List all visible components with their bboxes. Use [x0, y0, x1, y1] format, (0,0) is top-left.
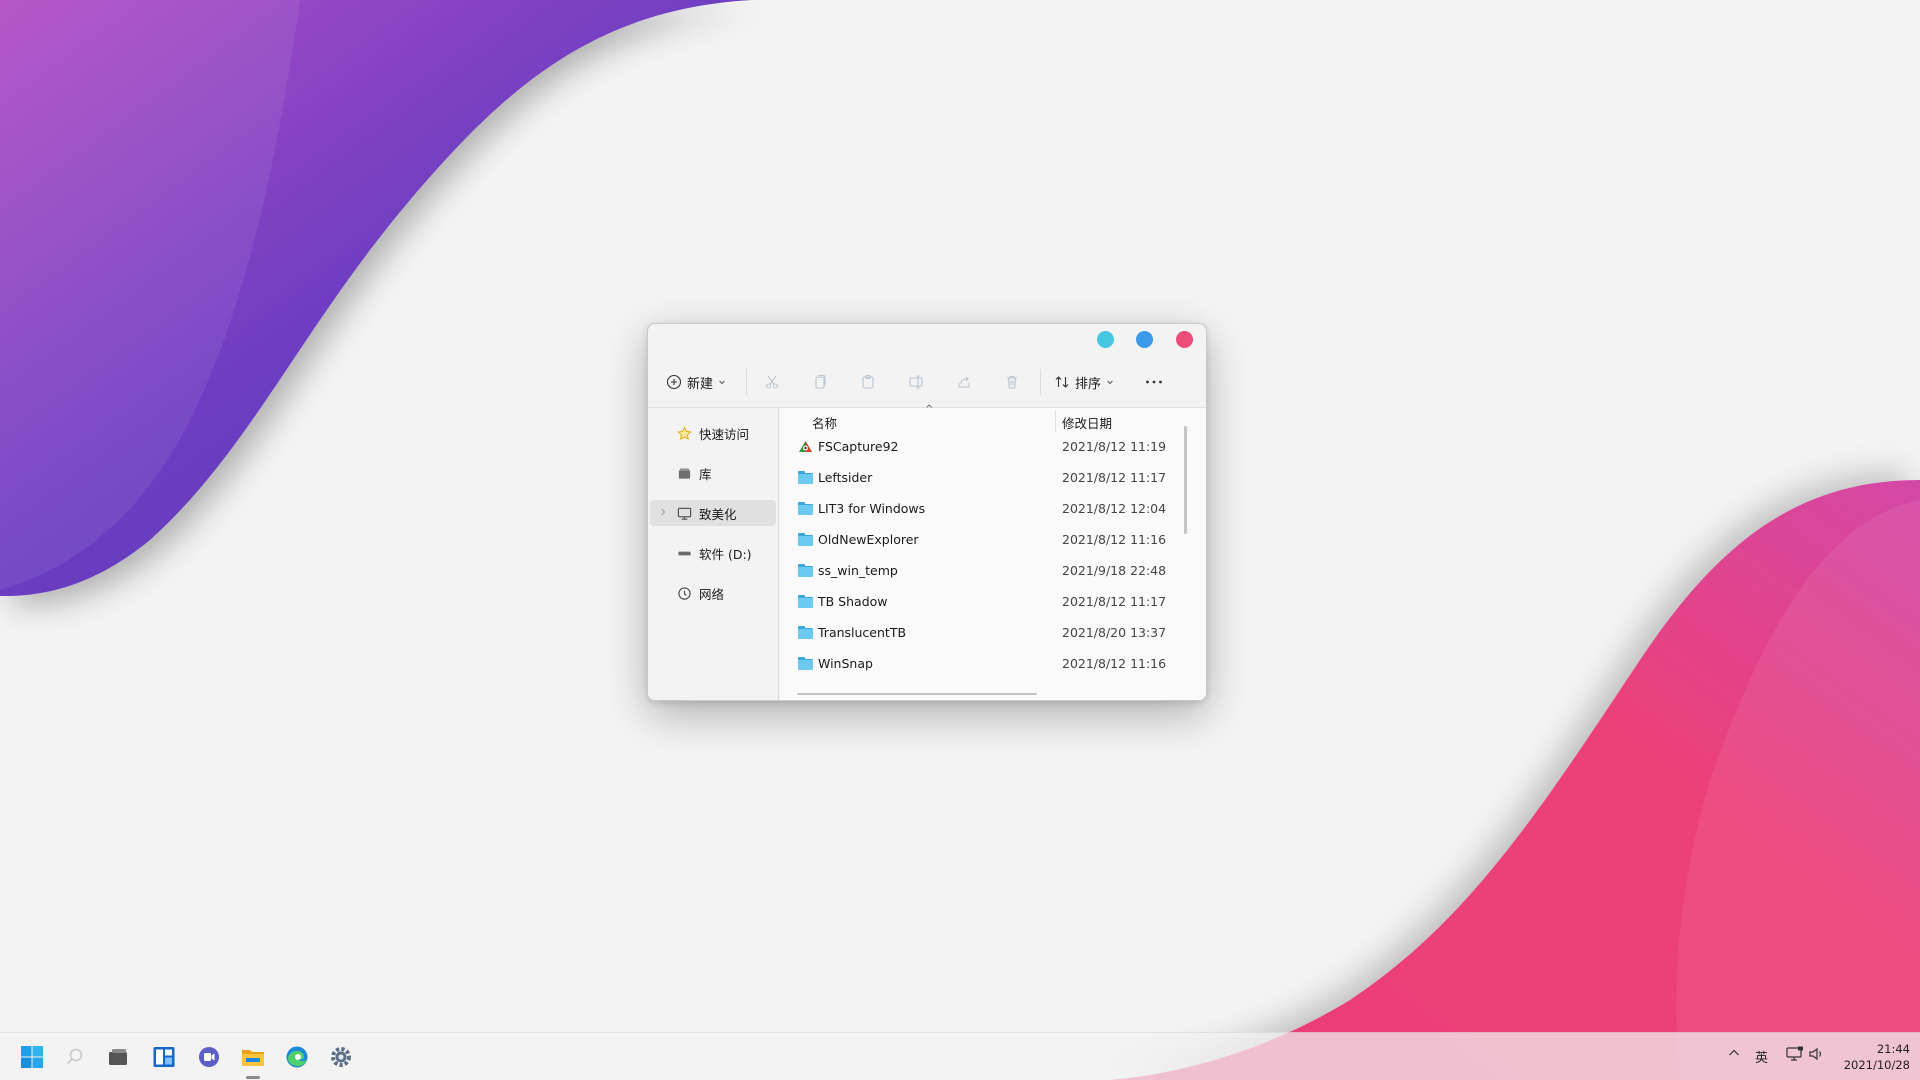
folder-icon: [798, 471, 813, 484]
close-button[interactable]: [1176, 331, 1193, 348]
chevron-up-icon[interactable]: [1727, 1046, 1741, 1064]
maximize-button[interactable]: [1136, 331, 1153, 348]
file-name: FSCapture92: [818, 439, 899, 454]
title-bar[interactable]: [648, 324, 1206, 356]
vertical-scrollbar[interactable]: [1184, 426, 1187, 534]
file-name: TB Shadow: [818, 594, 888, 609]
start-icon[interactable]: [18, 1043, 46, 1071]
file-row[interactable]: TranslucentTB 2021/8/20 13:37: [792, 619, 1187, 647]
sort-icon: [1055, 376, 1069, 388]
file-explorer-icon[interactable]: [239, 1043, 267, 1071]
horizontal-scrollbar[interactable]: [797, 693, 1037, 695]
file-name: LIT3 for Windows: [818, 501, 926, 516]
rename-icon[interactable]: [904, 370, 928, 394]
network-icon: [678, 586, 691, 600]
file-name: ss_win_temp: [818, 563, 898, 578]
paste-icon[interactable]: [856, 370, 880, 394]
drive-icon: [678, 551, 691, 555]
share-icon[interactable]: [952, 370, 976, 394]
column-header-date[interactable]: 修改日期: [1062, 413, 1112, 432]
file-name: OldNewExplorer: [818, 532, 919, 547]
toolbar-separator: [746, 369, 747, 395]
clock-date: 2021/10/28: [1843, 1058, 1910, 1072]
copy-icon[interactable]: [808, 370, 832, 394]
file-date: 2021/8/20 13:37: [1062, 625, 1167, 640]
file-list: ^ 名称 修改日期 FSCapture92 2021/8/12 11:19 Le…: [780, 404, 1206, 700]
toolbar-separator: [1040, 369, 1041, 395]
ime-indicator[interactable]: 英: [1755, 1047, 1768, 1066]
library-icon: [678, 467, 691, 479]
search-icon[interactable]: [61, 1043, 89, 1071]
chevron-down-icon: [1107, 380, 1113, 385]
folder-icon: [798, 595, 813, 608]
app-icon: [798, 440, 813, 452]
file-date: 2021/8/12 11:17: [1062, 594, 1167, 609]
clock-time: 21:44: [1876, 1042, 1910, 1056]
file-date: 2021/8/12 12:04: [1062, 501, 1167, 516]
nav-item-network[interactable]: 网络: [650, 580, 776, 606]
nav-item-this-pc[interactable]: 致美化: [650, 500, 776, 526]
chat-icon[interactable]: [195, 1043, 223, 1071]
sort-button[interactable]: 排序: [1054, 370, 1114, 394]
file-date: 2021/8/12 11:17: [1062, 470, 1167, 485]
more-options-icon[interactable]: [1142, 370, 1166, 394]
file-date: 2021/9/18 22:48: [1062, 563, 1167, 578]
network-status-icon[interactable]: [1786, 1046, 1804, 1066]
settings-gear-icon[interactable]: [327, 1043, 355, 1071]
nav-item-label: 快速访问: [699, 426, 750, 442]
delete-icon[interactable]: [1000, 370, 1024, 394]
plus-circle-icon: [666, 374, 682, 390]
star-icon: [677, 425, 692, 440]
nav-item-label: 库: [699, 466, 712, 482]
folder-icon: [798, 626, 813, 639]
file-date: 2021/8/12 11:16: [1062, 656, 1167, 671]
file-name: TranslucentTB: [818, 625, 907, 640]
file-name: WinSnap: [818, 656, 873, 671]
active-app-indicator: [246, 1076, 260, 1079]
file-explorer-window: 新建 排序 快速访问 库 致美化 软件 (D:) 网络 ^ 名称 修改日期 FS…: [647, 323, 1207, 701]
widgets-icon[interactable]: [150, 1043, 178, 1071]
file-row[interactable]: OldNewExplorer 2021/8/12 11:16: [792, 526, 1187, 554]
chevron-down-icon: [719, 380, 725, 385]
sort-button-label: 排序: [1075, 376, 1102, 392]
new-button[interactable]: 新建: [666, 370, 726, 394]
file-date: 2021/8/12 11:19: [1062, 439, 1167, 454]
chevron-right-icon[interactable]: [659, 507, 667, 517]
nav-item-quick-access[interactable]: 快速访问: [650, 420, 776, 446]
nav-item-label: 致美化: [699, 506, 737, 522]
folder-icon: [798, 657, 813, 670]
file-row[interactable]: ss_win_temp 2021/9/18 22:48: [792, 557, 1187, 585]
column-divider[interactable]: [1055, 410, 1056, 432]
folder-icon: [798, 564, 813, 577]
folder-icon: [798, 533, 813, 546]
minimize-button[interactable]: [1097, 331, 1114, 348]
nav-item-label: 软件 (D:): [699, 546, 752, 562]
task-view-icon[interactable]: [104, 1043, 132, 1071]
edge-icon[interactable]: [283, 1043, 311, 1071]
nav-item-library[interactable]: 库: [650, 460, 776, 486]
nav-item-label: 网络: [699, 586, 725, 602]
command-bar: 新建 排序: [648, 356, 1206, 408]
column-header: ^ 名称 修改日期: [780, 404, 1190, 434]
sort-ascending-icon: ^: [925, 404, 934, 415]
folder-icon: [798, 502, 813, 515]
file-date: 2021/8/12 11:16: [1062, 532, 1167, 547]
taskbar: 英 21:44 2021/10/28: [0, 1032, 1920, 1080]
nav-item-drive-d[interactable]: 软件 (D:): [650, 540, 776, 566]
file-name: Leftsider: [818, 470, 873, 485]
column-header-name[interactable]: 名称: [812, 413, 837, 432]
navigation-pane: 快速访问 库 致美化 软件 (D:) 网络: [648, 408, 779, 700]
file-row[interactable]: TB Shadow 2021/8/12 11:17: [792, 588, 1187, 616]
system-clock[interactable]: 21:44 2021/10/28: [1834, 1041, 1910, 1073]
new-button-label: 新建: [687, 376, 714, 392]
file-row[interactable]: Leftsider 2021/8/12 11:17: [792, 464, 1187, 492]
file-row[interactable]: FSCapture92 2021/8/12 11:19: [792, 433, 1187, 461]
file-row[interactable]: WinSnap 2021/8/12 11:16: [792, 650, 1187, 678]
file-row[interactable]: LIT3 for Windows 2021/8/12 12:04: [792, 495, 1187, 523]
volume-icon[interactable]: [1808, 1046, 1826, 1066]
computer-icon: [677, 507, 692, 520]
cut-icon[interactable]: [760, 370, 784, 394]
